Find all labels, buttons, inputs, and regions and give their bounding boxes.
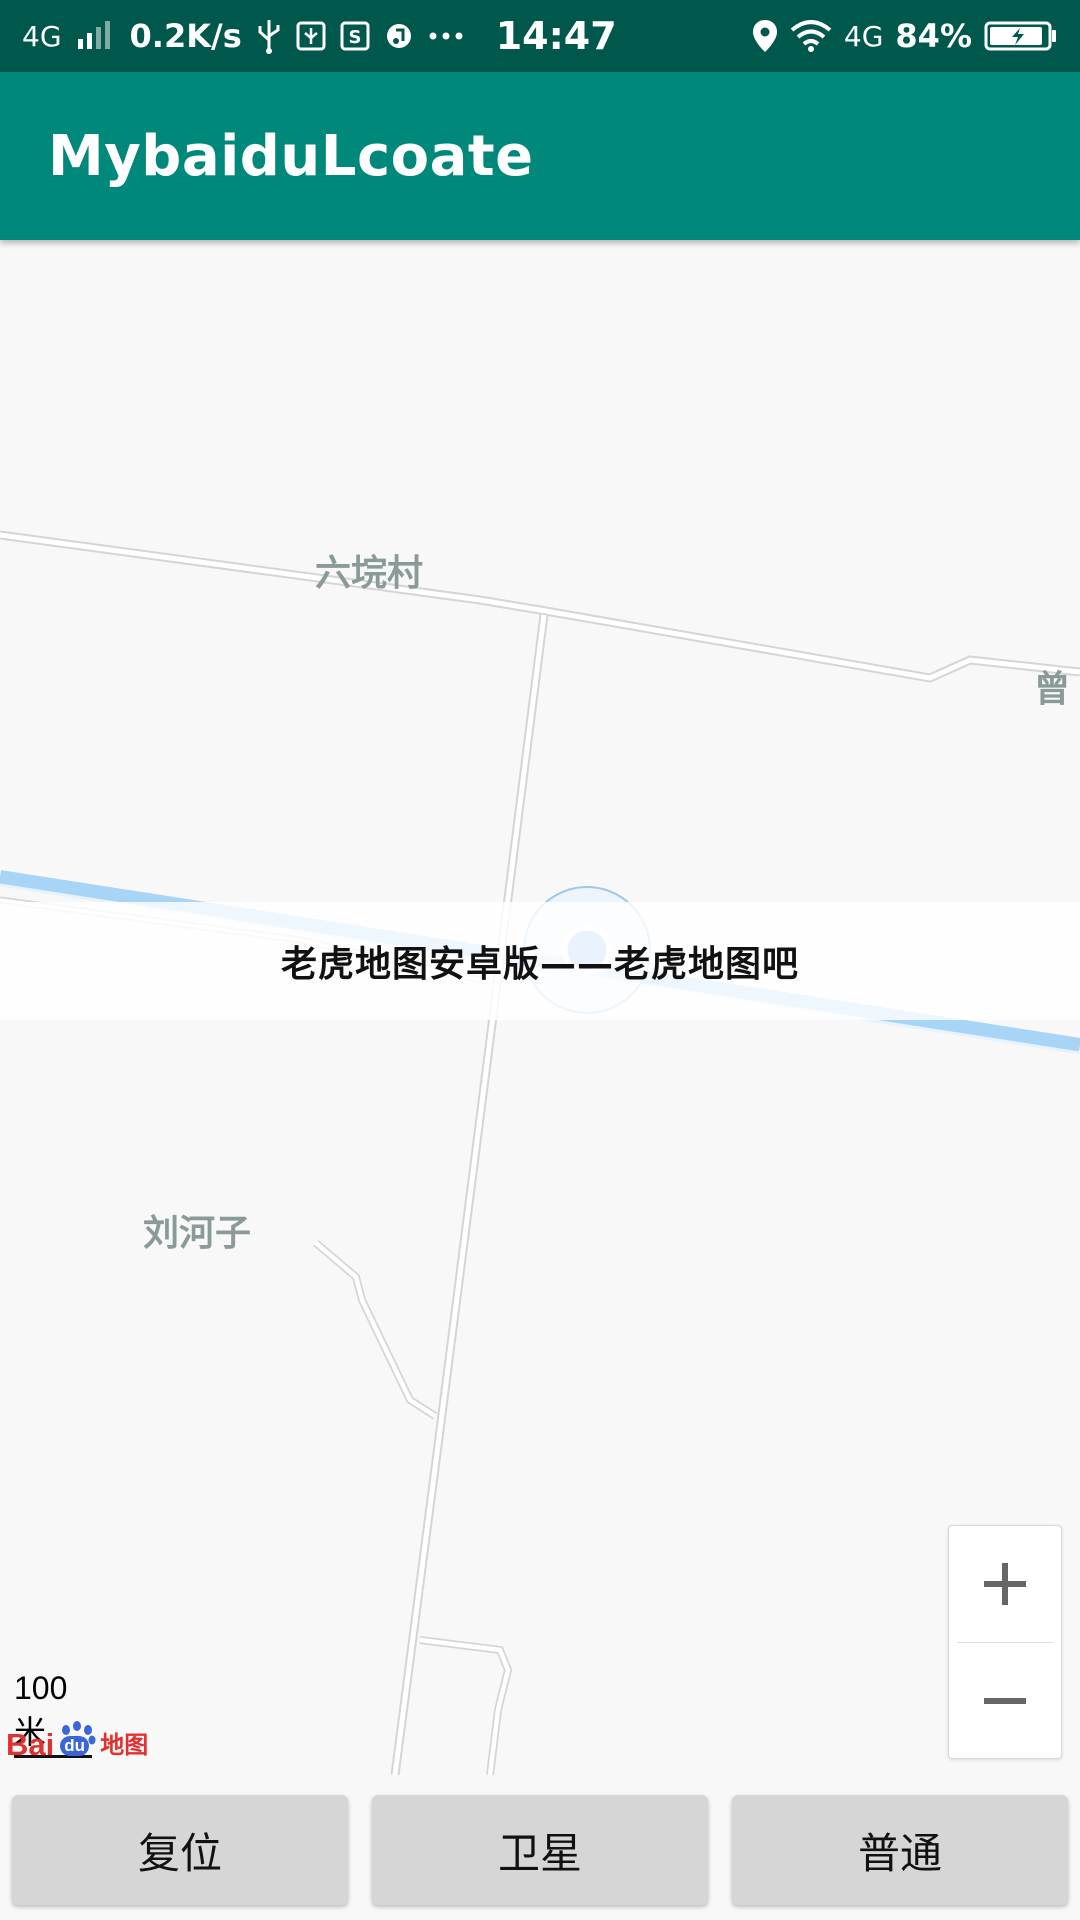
plus-icon bbox=[984, 1562, 1026, 1605]
map-view[interactable]: 六垸村 曾 刘河子 老虎地图安卓版——老虎地图吧 100米 Bai du 地图 bbox=[0, 240, 1080, 1775]
reset-button[interactable]: 复位 bbox=[12, 1795, 348, 1905]
location-icon bbox=[752, 19, 778, 53]
battery-charging-icon bbox=[984, 20, 1058, 52]
watermark-text: 老虎地图安卓版——老虎地图吧 bbox=[280, 944, 799, 985]
zoom-out-button[interactable] bbox=[949, 1643, 1061, 1758]
screen: 4G 0.2K/s S 14:47 4G 84% MybaiduLcoate 六… bbox=[0, 0, 1080, 1920]
satellite-button[interactable]: 卫星 bbox=[372, 1795, 708, 1905]
zoom-control bbox=[948, 1525, 1062, 1759]
svg-text:S: S bbox=[348, 27, 361, 48]
place-label-village: 六垸村 bbox=[315, 553, 424, 594]
baidu-logo: Bai du 地图 bbox=[6, 1720, 148, 1760]
network-type-right: 4G bbox=[843, 19, 884, 53]
place-label-village-edge: 曾 bbox=[1034, 669, 1071, 710]
s-app-icon: S bbox=[340, 21, 370, 51]
more-icon bbox=[428, 31, 464, 41]
network-speed: 0.2K/s bbox=[129, 17, 242, 55]
minus-icon bbox=[984, 1697, 1026, 1704]
status-bar: 4G 0.2K/s S 14:47 4G 84% bbox=[0, 0, 1080, 72]
logo-du: du bbox=[60, 1736, 90, 1756]
logo-bai: Bai bbox=[6, 1727, 55, 1762]
watermark-banner: 老虎地图安卓版——老虎地图吧 bbox=[0, 902, 1080, 1020]
status-right: 4G 84% bbox=[752, 17, 1058, 55]
network-type: 4G bbox=[22, 19, 62, 53]
place-label-hamlet: 刘河子 bbox=[143, 1213, 252, 1254]
status-left: 4G 0.2K/s S 14:47 bbox=[22, 14, 617, 58]
music-icon bbox=[384, 21, 414, 51]
normal-map-button[interactable]: 普通 bbox=[732, 1795, 1068, 1905]
signal-icon bbox=[76, 21, 116, 51]
roads bbox=[0, 530, 1080, 1775]
clock: 14:47 bbox=[495, 14, 617, 58]
paw-icon: du bbox=[56, 1720, 98, 1760]
battery-percent: 84% bbox=[895, 17, 972, 55]
zoom-in-button[interactable] bbox=[949, 1526, 1061, 1641]
logo-map: 地图 bbox=[100, 1732, 149, 1759]
app-title: MybaiduLcoate bbox=[48, 123, 534, 189]
app-bar: MybaiduLcoate bbox=[0, 72, 1080, 240]
bottom-bar: 复位 卫星 普通 bbox=[0, 1775, 1080, 1920]
wifi-icon bbox=[790, 20, 832, 52]
usb-debug-icon bbox=[296, 21, 326, 51]
usb-icon bbox=[256, 18, 282, 54]
